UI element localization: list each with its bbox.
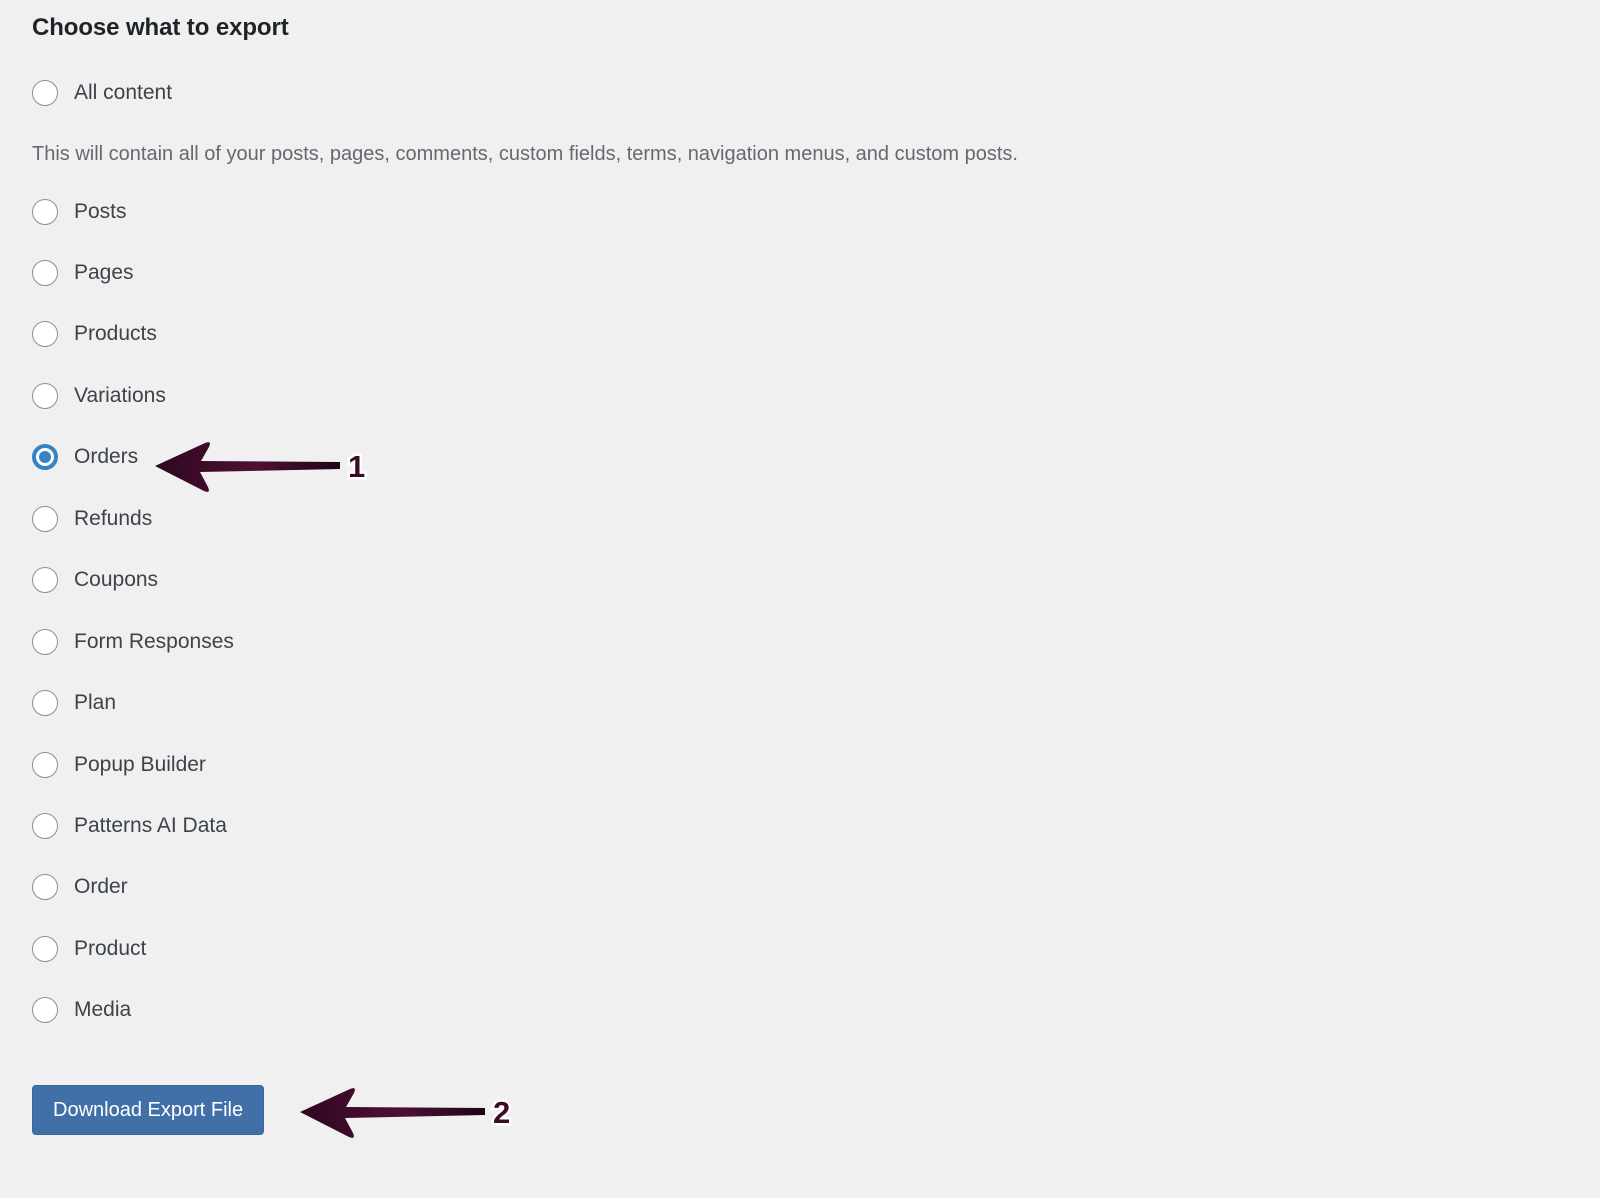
export-option-coupons[interactable]: Coupons — [32, 567, 158, 593]
export-option-label: Posts — [74, 200, 127, 223]
radio-icon-order[interactable] — [32, 874, 58, 900]
export-option-posts[interactable]: Posts — [32, 199, 127, 225]
export-option-refunds[interactable]: Refunds — [32, 506, 152, 532]
export-option-label: Order — [74, 875, 128, 898]
export-option-pages[interactable]: Pages — [32, 260, 134, 286]
export-option-label: Media — [74, 998, 132, 1021]
export-option-label: Pages — [74, 261, 134, 284]
all-content-helper-text: This will contain all of your posts, pag… — [32, 143, 1018, 165]
export-option-popup-builder[interactable]: Popup Builder — [32, 752, 206, 778]
export-option-order[interactable]: Order — [32, 874, 128, 900]
export-option-form-responses[interactable]: Form Responses — [32, 629, 234, 655]
export-option-orders[interactable]: Orders — [32, 444, 138, 470]
export-option-plan[interactable]: Plan — [32, 690, 116, 716]
radio-icon-media[interactable] — [32, 997, 58, 1023]
radio-icon-variations[interactable] — [32, 383, 58, 409]
export-option-media[interactable]: Media — [32, 997, 131, 1023]
radio-icon-products[interactable] — [32, 321, 58, 347]
radio-icon-plan[interactable] — [32, 690, 58, 716]
radio-icon-posts[interactable] — [32, 199, 58, 225]
export-option-patterns-ai-data[interactable]: Patterns AI Data — [32, 813, 227, 839]
annotation-number-2: 2 — [493, 1095, 510, 1130]
annotation-overlay: 1 2 — [155, 442, 513, 1138]
export-option-label: Variations — [74, 384, 166, 407]
export-option-label: Popup Builder — [74, 753, 206, 776]
page-title: Choose what to export — [32, 14, 289, 41]
annotation-arrow-2 — [300, 1088, 485, 1138]
radio-icon-orders-selected[interactable] — [32, 444, 58, 470]
radio-icon-form-responses[interactable] — [32, 629, 58, 655]
export-option-label: Refunds — [74, 507, 153, 530]
export-option-label: Plan — [74, 691, 117, 714]
radio-icon-coupons[interactable] — [32, 567, 58, 593]
export-option-all-content[interactable]: All content — [32, 80, 172, 106]
annotation-arrow-1 — [155, 442, 340, 492]
export-option-label: Form Responses — [74, 630, 234, 653]
export-option-label: Orders — [74, 445, 139, 468]
annotation-number-1: 1 — [348, 449, 365, 484]
radio-icon-refunds[interactable] — [32, 506, 58, 532]
radio-icon-product[interactable] — [32, 936, 58, 962]
radio-icon-pages[interactable] — [32, 260, 58, 286]
export-option-label: Coupons — [74, 568, 159, 591]
radio-icon-patterns-ai-data[interactable] — [32, 813, 58, 839]
radio-icon-all-content[interactable] — [32, 80, 58, 106]
export-option-variations[interactable]: Variations — [32, 383, 166, 409]
export-option-product[interactable]: Product — [32, 936, 146, 962]
radio-icon-popup-builder[interactable] — [32, 752, 58, 778]
export-option-label: Patterns AI Data — [74, 814, 227, 837]
export-option-products[interactable]: Products — [32, 321, 157, 347]
export-option-label: Products — [74, 322, 157, 345]
export-option-label: All content — [74, 81, 173, 104]
download-export-file-button[interactable]: Download Export File — [32, 1085, 265, 1135]
export-settings-panel: Choose what to export All content This w… — [0, 0, 1600, 1198]
export-option-label: Product — [74, 937, 147, 960]
